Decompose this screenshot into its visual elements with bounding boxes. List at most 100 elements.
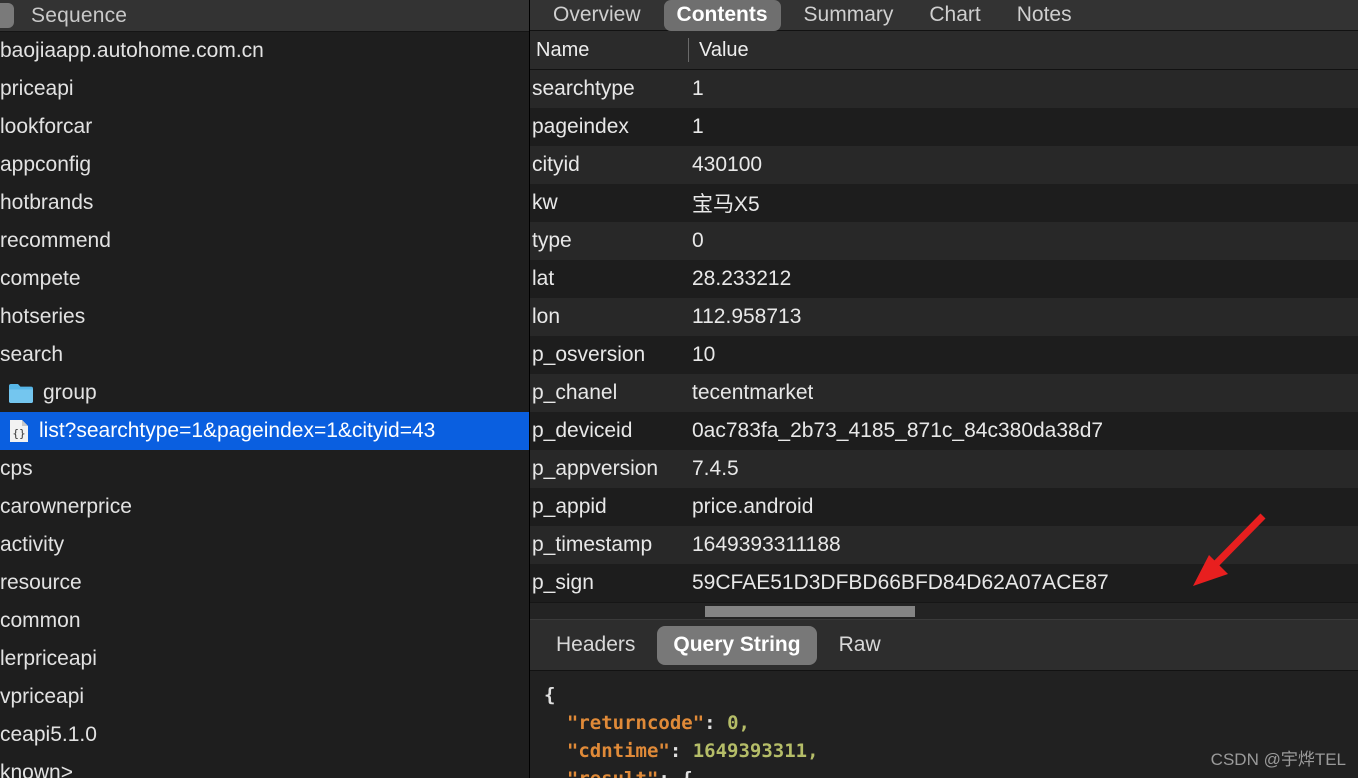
sequence-item-label: carownerprice — [0, 488, 132, 526]
column-resize-grip[interactable] — [0, 3, 14, 28]
cell-name: cityid — [530, 153, 688, 177]
cell-name: p_chanel — [530, 381, 688, 405]
sequence-item-label: hotseries — [0, 298, 85, 336]
sequence-item-label: compete — [0, 260, 81, 298]
json-file-icon: {} — [8, 419, 30, 443]
sequence-item[interactable]: ceapi5.1.0 — [0, 716, 529, 754]
sequence-item[interactable]: vpriceapi — [0, 678, 529, 716]
column-header-name[interactable]: Name — [530, 39, 688, 62]
cell-name: lon — [530, 305, 688, 329]
cell-value: 1 — [688, 77, 704, 101]
table-horizontal-scrollbar[interactable] — [530, 602, 1358, 619]
sequence-item-label: common — [0, 602, 81, 640]
sequence-list[interactable]: baojiaapp.autohome.com.cnpriceapilookfor… — [0, 32, 529, 778]
cell-value: 10 — [688, 343, 715, 367]
scrollbar-thumb[interactable] — [705, 606, 915, 617]
cell-value: 宝马X5 — [688, 188, 760, 218]
sequence-item[interactable]: carownerprice — [0, 488, 529, 526]
sequence-item-selected[interactable]: {} list?searchtype=1&pageindex=1&cityid=4… — [0, 412, 529, 450]
tab-headers[interactable]: Headers — [540, 626, 651, 665]
cell-value: tecentmarket — [688, 381, 813, 405]
tab-overview[interactable]: Overview — [540, 0, 654, 31]
tab-chart[interactable]: Chart — [916, 0, 993, 31]
cell-value: 0ac783fa_2b73_4185_871c_84c380da38d7 — [688, 419, 1103, 443]
sequence-item-label: priceapi — [0, 70, 74, 108]
table-row[interactable]: p_timestamp1649393311188 — [530, 526, 1358, 564]
sequence-item-label: lookforcar — [0, 108, 92, 146]
tab-notes[interactable]: Notes — [1004, 0, 1085, 31]
cell-name: p_appid — [530, 495, 688, 519]
cell-value: 59CFAE51D3DFBD66BFD84D62A07ACE87 — [688, 571, 1109, 595]
cell-value: 28.233212 — [688, 267, 791, 291]
sequence-item-label: known> — [0, 754, 73, 778]
sequence-item[interactable]: recommend — [0, 222, 529, 260]
tab-query-string[interactable]: Query String — [657, 626, 816, 665]
sequence-item[interactable]: activity — [0, 526, 529, 564]
sequence-item-label: baojiaapp.autohome.com.cn — [0, 32, 264, 70]
sequence-item-label: cps — [0, 450, 33, 488]
cell-name: p_timestamp — [530, 533, 688, 557]
table-row[interactable]: p_sign59CFAE51D3DFBD66BFD84D62A07ACE87 — [530, 564, 1358, 602]
table-row[interactable]: p_appversion7.4.5 — [530, 450, 1358, 488]
cell-name: p_deviceid — [530, 419, 688, 443]
request-view-tab-bar[interactable]: HeadersQuery StringRaw — [530, 619, 1358, 671]
tab-contents[interactable]: Contents — [664, 0, 781, 31]
sequence-item-label: group — [43, 374, 97, 412]
table-row[interactable]: p_appidprice.android — [530, 488, 1358, 526]
sequence-item[interactable]: hotseries — [0, 298, 529, 336]
contents-table-body[interactable]: searchtype1pageindex1cityid430100kw宝马X5t… — [530, 70, 1358, 602]
table-row[interactable]: p_chaneltecentmarket — [530, 374, 1358, 412]
folder-icon — [8, 382, 34, 404]
sequence-item-label: recommend — [0, 222, 111, 260]
cell-value: 0 — [688, 229, 704, 253]
sequence-item-label: hotbrands — [0, 184, 93, 222]
json-preview-pane[interactable]: { "returncode": 0, "cdntime": 1649393311… — [530, 671, 1358, 778]
sequence-item-label: list?searchtype=1&pageindex=1&cityid=43 — [39, 412, 435, 450]
sequence-item[interactable]: appconfig — [0, 146, 529, 184]
sequence-item-label: search — [0, 336, 63, 374]
cell-name: pageindex — [530, 115, 688, 139]
sequence-item-label: lerpriceapi — [0, 640, 97, 678]
table-row[interactable]: p_deviceid0ac783fa_2b73_4185_871c_84c380… — [530, 412, 1358, 450]
sequence-item[interactable]: baojiaapp.autohome.com.cn — [0, 32, 529, 70]
table-row[interactable]: searchtype1 — [530, 70, 1358, 108]
table-row[interactable]: kw宝马X5 — [530, 184, 1358, 222]
sequence-item[interactable]: lerpriceapi — [0, 640, 529, 678]
sequence-item[interactable]: hotbrands — [0, 184, 529, 222]
sequence-item-label: appconfig — [0, 146, 91, 184]
sequence-item[interactable]: search — [0, 336, 529, 374]
cell-name: type — [530, 229, 688, 253]
sequence-item[interactable]: priceapi — [0, 70, 529, 108]
sequence-item[interactable]: group — [0, 374, 529, 412]
tab-summary[interactable]: Summary — [791, 0, 907, 31]
cell-value: 7.4.5 — [688, 457, 739, 481]
contents-table-header: Name Value — [530, 31, 1358, 70]
table-row[interactable]: lon112.958713 — [530, 298, 1358, 336]
cell-value: 1649393311188 — [688, 533, 841, 557]
sequence-item-label: vpriceapi — [0, 678, 84, 716]
cell-name: p_osversion — [530, 343, 688, 367]
sequence-item[interactable]: cps — [0, 450, 529, 488]
tab-raw[interactable]: Raw — [823, 626, 897, 665]
table-row[interactable]: cityid430100 — [530, 146, 1358, 184]
table-row[interactable]: pageindex1 — [530, 108, 1358, 146]
charles-proxy-window: Sequence baojiaapp.autohome.com.cnpricea… — [0, 0, 1358, 778]
sequence-item[interactable]: resource — [0, 564, 529, 602]
table-row[interactable]: p_osversion10 — [530, 336, 1358, 374]
table-row[interactable]: lat28.233212 — [530, 260, 1358, 298]
sequence-item[interactable]: lookforcar — [0, 108, 529, 146]
table-row[interactable]: type0 — [530, 222, 1358, 260]
svg-text:{}: {} — [12, 427, 25, 440]
cell-value: price.android — [688, 495, 813, 519]
cell-value: 112.958713 — [688, 305, 801, 329]
sequence-item[interactable]: common — [0, 602, 529, 640]
cell-value: 430100 — [688, 153, 762, 177]
sequence-item[interactable]: compete — [0, 260, 529, 298]
json-preview-text: { "returncode": 0, "cdntime": 1649393311… — [544, 681, 1358, 778]
sequence-item[interactable]: known> — [0, 754, 529, 778]
cell-name: kw — [530, 191, 688, 215]
detail-tab-bar[interactable]: Overview Contents Summary Chart Notes — [530, 0, 1358, 31]
column-header-value[interactable]: Value — [689, 39, 749, 62]
cell-name: p_sign — [530, 571, 688, 595]
sequence-column-header[interactable]: Sequence — [31, 4, 127, 28]
